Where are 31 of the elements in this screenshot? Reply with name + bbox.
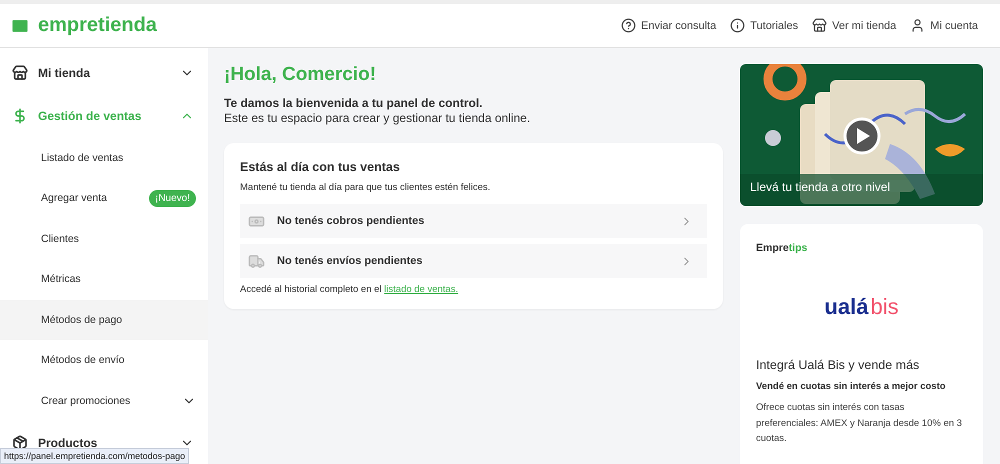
help-icon — [620, 18, 636, 33]
box-icon — [12, 434, 28, 451]
new-badge: ¡Nuevo! — [148, 190, 196, 207]
truck-icon — [248, 252, 265, 270]
user-icon — [910, 18, 926, 33]
partner-logo: bis — [870, 294, 899, 320]
video-caption: Llevá tu tienda a otro nivel — [750, 180, 890, 194]
header-link[interactable]: Ver mi tienda — [812, 18, 896, 33]
info-icon — [730, 18, 746, 33]
store-icon — [12, 65, 28, 82]
pending-row[interactable]: No tenés cobros pendientes — [240, 204, 707, 238]
sidebar-item[interactable]: Mi tienda — [0, 52, 208, 95]
greeting-heading: ¡Hola, Comercio! — [224, 64, 378, 86]
header-link[interactable]: Enviar consulta — [620, 18, 716, 33]
partner-logo: ualá — [824, 294, 868, 320]
footer-text: Accedé al historial completo en el listado de ventas. — [240, 284, 460, 295]
dollar-icon — [12, 108, 28, 124]
card-title: Estás al día con tus ventas — [240, 160, 401, 174]
pending-row[interactable]: No tenés envíos pendientes — [240, 244, 707, 278]
tips-title: Empretips — [756, 242, 808, 254]
subtitle-text: Este es tu espacio para crear y gestionar tu tienda online. — [224, 111, 532, 125]
header-link[interactable]: Tutoriales — [730, 18, 798, 33]
url-tooltip: https://panel.empretienda.com/metodos-pago — [0, 448, 190, 464]
store-icon — [812, 18, 828, 33]
sidebar-subitem[interactable]: Métodos de pago — [0, 300, 208, 340]
tip-heading: Integrá Ualá Bis y vende más — [756, 358, 920, 372]
tip-body: Ofrece cuotas sin interés con tasas preferenciales: AMEX y Naranja desde 10% en 3 cuotas. — [756, 401, 963, 446]
tip-subheading: Vendé en cuotas sin interés a mejor costo — [756, 381, 947, 392]
header-link[interactable]: Mi cuenta — [910, 18, 978, 33]
welcome-text: Te damos la bienvenida a tu panel de control. — [224, 96, 484, 110]
card-description: Mantené tu tienda al día para que tus clientes estén felices. — [240, 182, 492, 193]
